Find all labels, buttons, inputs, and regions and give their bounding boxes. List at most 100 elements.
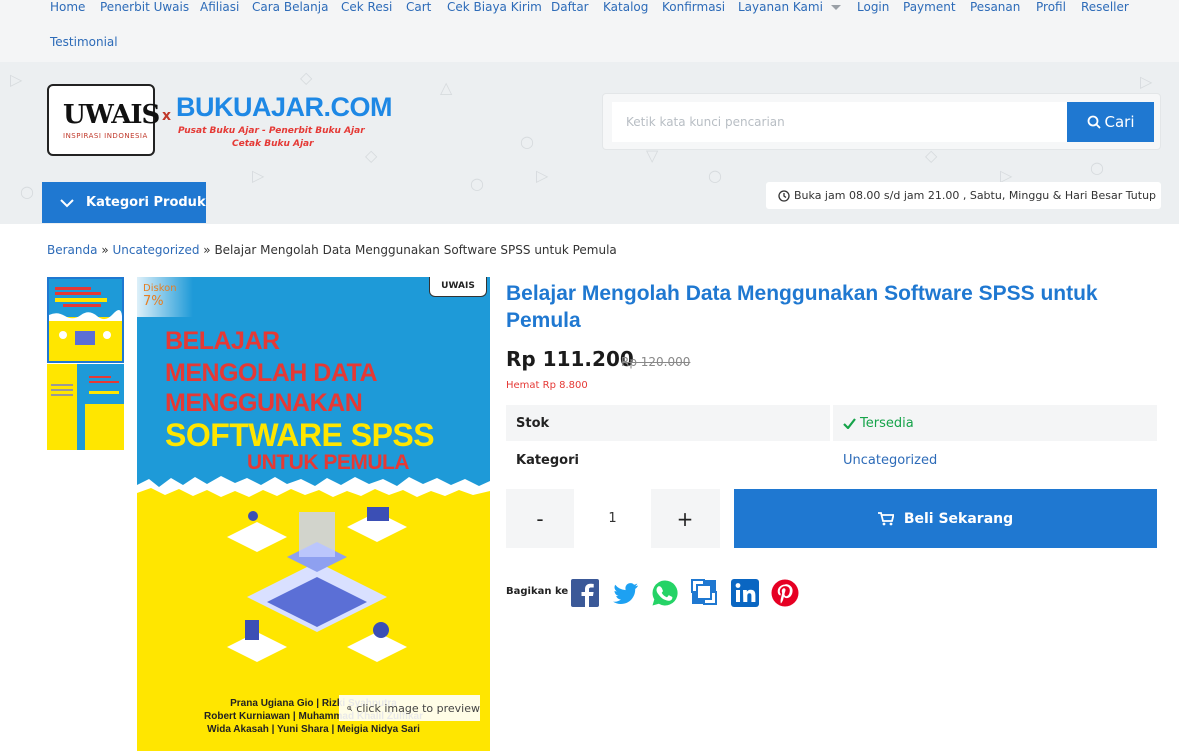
cover-title-line: BELAJAR xyxy=(165,327,280,355)
breadcrumb-separator: » xyxy=(203,243,211,257)
discount-badge: Diskon 7% xyxy=(137,277,193,317)
discount-label: Diskon xyxy=(143,283,177,294)
background-pattern: ○ xyxy=(708,166,722,185)
category-link[interactable]: Uncategorized xyxy=(843,453,937,468)
twitter-icon[interactable] xyxy=(610,578,640,608)
background-pattern: ▷ xyxy=(252,166,265,185)
background-pattern: ▷ xyxy=(10,70,23,89)
product-saving: Hemat Rp 8.800 xyxy=(506,380,588,391)
background-pattern: △ xyxy=(440,78,453,97)
nav-cara-belanja[interactable]: Cara Belanja xyxy=(252,0,328,14)
breadcrumb-current: Belajar Mengolah Data Menggunakan Softwa… xyxy=(214,243,617,257)
search-input[interactable] xyxy=(612,102,1067,142)
category-menu-label: Kategori Produk xyxy=(86,195,206,210)
cover-title-line: SOFTWARE SPSS xyxy=(165,417,435,453)
product-thumbnail-2[interactable] xyxy=(47,364,124,450)
publisher-mark: UWAIS xyxy=(429,277,487,297)
uwais-logo: UWAIS INSPIRASI INDONESIA xyxy=(47,84,160,156)
cover-title-line: MENGOLAH DATA xyxy=(165,359,378,387)
pinterest-icon[interactable] xyxy=(770,578,800,608)
discount-value: 7% xyxy=(143,294,164,309)
category-menu-button[interactable]: Kategori Produk xyxy=(42,182,206,223)
breadcrumb: Beranda » Uncategorized » Belajar Mengol… xyxy=(47,243,617,257)
search-button-label: Cari xyxy=(1104,113,1135,131)
background-pattern: ○ xyxy=(470,174,484,193)
nav-konfirmasi[interactable]: Konfirmasi xyxy=(662,0,725,14)
nav-login[interactable]: Login xyxy=(857,0,889,14)
stock-label: Stok xyxy=(506,405,830,441)
logo-tagline: Pusat Buku Ajar - Penerbit Buku Ajar xyxy=(178,126,365,136)
logo-tagline-2: Cetak Buku Ajar xyxy=(232,139,314,149)
breadcrumb-category[interactable]: Uncategorized xyxy=(112,243,199,257)
site-header: ▷ ◇ △ ○ ◇ ▷ ○ ▷ ▽ ○ ◇ ▷ ○ ▷ ○ UWAIS INSP… xyxy=(0,62,1179,224)
linkedin-icon[interactable] xyxy=(730,578,760,608)
share-label: Bagikan ke xyxy=(506,586,569,597)
category-value: Uncategorized xyxy=(833,442,1157,478)
opening-hours: Buka jam 08.00 s/d jam 21.00 , Sabtu, Mi… xyxy=(766,182,1161,209)
quantity-input[interactable] xyxy=(574,489,651,548)
nav-testimonial[interactable]: Testimonial xyxy=(50,35,118,49)
nav-cek-resi[interactable]: Cek Resi xyxy=(341,0,392,14)
nav-cart[interactable]: Cart xyxy=(406,0,431,14)
nav-penerbit-uwais[interactable]: Penerbit Uwais xyxy=(100,0,189,14)
clock-icon xyxy=(778,189,790,202)
breadcrumb-separator: » xyxy=(101,243,109,257)
nav-daftar[interactable]: Daftar xyxy=(551,0,589,14)
checkmark-icon xyxy=(843,417,856,429)
chevron-down-icon xyxy=(830,5,841,10)
isometric-illustration xyxy=(227,507,407,662)
cover-title-line: MENGGUNAKAN xyxy=(165,389,363,417)
breadcrumb-home[interactable]: Beranda xyxy=(47,243,97,257)
background-pattern: ▷ xyxy=(1140,72,1153,91)
preview-image-label: click image to preview xyxy=(356,701,480,715)
product-price: Rp 111.200 xyxy=(506,347,634,371)
cover-spread-thumbnail-image xyxy=(47,364,124,450)
uwais-logo-text: UWAIS xyxy=(63,100,160,130)
nav-layanan-kami-label: Layanan Kami xyxy=(738,0,823,14)
zoom-icon xyxy=(347,705,353,711)
facebook-icon[interactable] xyxy=(570,578,600,608)
quantity-stepper: - + xyxy=(506,489,720,548)
search-button[interactable]: Cari xyxy=(1067,102,1154,142)
cover-thumbnail-image xyxy=(49,279,122,345)
uwais-logo-subtitle: INSPIRASI INDONESIA xyxy=(63,132,148,140)
background-pattern: ○ xyxy=(520,132,534,151)
chevron-down-icon xyxy=(60,198,74,207)
product-thumbnail-1[interactable] xyxy=(47,277,124,363)
background-pattern: ◇ xyxy=(365,146,378,165)
nav-afiliasi[interactable]: Afiliasi xyxy=(200,0,239,14)
opening-hours-text: Buka jam 08.00 s/d jam 21.00 , Sabtu, Mi… xyxy=(794,189,1157,202)
stock-value: Tersedia xyxy=(833,405,1157,441)
quantity-increase-button[interactable]: + xyxy=(651,489,719,548)
whatsapp-icon[interactable] xyxy=(650,578,680,608)
quantity-decrease-button[interactable]: - xyxy=(506,489,574,548)
search-icon xyxy=(1087,115,1101,129)
product-main-image[interactable]: Diskon 7% UWAIS BELAJAR MENGOLAH DATA ME… xyxy=(137,277,490,751)
logo-separator: x xyxy=(162,108,172,124)
nav-payment[interactable]: Payment xyxy=(903,0,956,14)
nav-profil[interactable]: Profil xyxy=(1036,0,1066,14)
background-pattern: ○ xyxy=(20,182,34,201)
cover-torn-edge xyxy=(137,476,490,503)
search-bar: Cari xyxy=(602,93,1161,150)
buy-now-label: Beli Sekarang xyxy=(903,510,1014,527)
nav-cek-biaya-kirim[interactable]: Cek Biaya Kirim xyxy=(447,0,542,14)
cover-authors: Wida Akasah | Yuni Shara | Meigia Nidya … xyxy=(207,724,420,735)
stock-status: Tersedia xyxy=(860,415,914,431)
cart-icon xyxy=(877,511,894,525)
nav-pesanan[interactable]: Pesanan xyxy=(970,0,1020,14)
buy-now-button[interactable]: Beli Sekarang xyxy=(734,489,1157,548)
nav-reseller[interactable]: Reseller xyxy=(1081,0,1129,14)
background-pattern: ○ xyxy=(1090,158,1104,177)
delicious-icon[interactable] xyxy=(690,578,720,608)
nav-katalog[interactable]: Katalog xyxy=(603,0,648,14)
bukuajar-logo-text: BUKUAJAR.COM xyxy=(176,92,393,122)
nav-home[interactable]: Home xyxy=(50,0,85,14)
preview-image-button[interactable]: click image to preview xyxy=(339,695,480,721)
background-pattern: ◇ xyxy=(300,68,313,87)
product-old-price: Rp 120.000 xyxy=(621,355,691,369)
cover-title-line: UNTUK PEMULA xyxy=(247,451,410,474)
nav-layanan-kami[interactable]: Layanan Kami xyxy=(738,0,841,14)
top-navigation: Home Penerbit Uwais Afiliasi Cara Belanj… xyxy=(0,0,1179,62)
category-label: Kategori xyxy=(506,442,830,478)
